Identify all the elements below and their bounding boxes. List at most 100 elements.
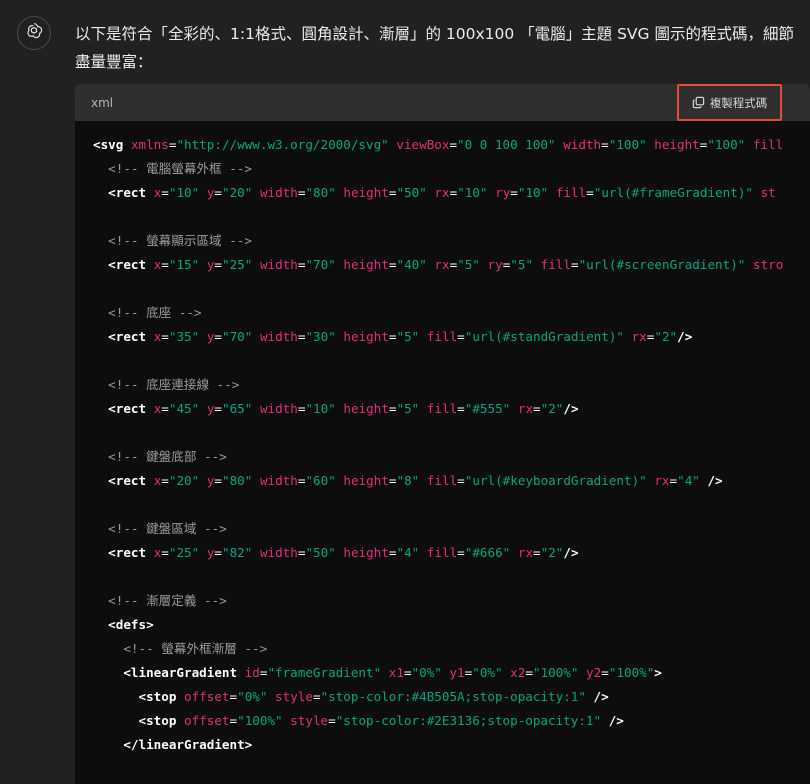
message-text: 以下是符合「全彩的、1:1格式、圓角設計、漸層」的 100x100 「電腦」主題… bbox=[75, 25, 794, 71]
code-token: "0%" bbox=[472, 665, 503, 680]
code-token: "100" bbox=[707, 137, 746, 152]
code-token: "50" bbox=[396, 185, 427, 200]
code-token: = bbox=[214, 473, 222, 488]
code-token: "http://www.w3.org/2000/svg" bbox=[176, 137, 389, 152]
code-token: "10" bbox=[168, 185, 200, 200]
code-token: <defs> bbox=[108, 617, 154, 632]
code-content[interactable]: <svg xmlns="http://www.w3.org/2000/svg" … bbox=[75, 121, 810, 757]
code-token: = bbox=[510, 185, 518, 200]
code-token: width bbox=[259, 545, 298, 560]
code-token: "10" bbox=[517, 185, 549, 200]
code-token: "0 0 100 100" bbox=[457, 137, 556, 152]
code-token: rx bbox=[654, 473, 670, 488]
code-token: = bbox=[403, 665, 412, 680]
code-token: = bbox=[214, 185, 222, 200]
code-block: xml 複製程式碼 <svg xmlns = "http://www.w3.org/… bbox=[75, 84, 810, 784]
code-token: /> bbox=[593, 689, 609, 704]
code-token: y2 bbox=[586, 665, 602, 680]
code-token: <!-- 鍵盤底部 --> bbox=[108, 449, 227, 464]
code-line: <stop offset="100%" style="stop-color:#2… bbox=[93, 709, 810, 733]
code-token: "80" bbox=[222, 473, 253, 488]
code-token: width bbox=[259, 185, 298, 200]
code-token: = bbox=[533, 401, 541, 416]
code-token: ry bbox=[495, 185, 511, 200]
code-token: xmlns bbox=[130, 137, 169, 152]
code-token: "65" bbox=[222, 401, 253, 416]
code-token: "url(#standGradient)" bbox=[464, 329, 624, 344]
code-line: <!-- 漸層定義 --> bbox=[93, 589, 810, 613]
code-token: "url(#screenGradient)" bbox=[578, 257, 746, 272]
code-token: "15" bbox=[168, 257, 200, 272]
code-token: id bbox=[244, 665, 260, 680]
code-token: height bbox=[343, 545, 389, 560]
code-token: = bbox=[457, 473, 465, 488]
code-token: rx bbox=[434, 257, 450, 272]
code-token: = bbox=[601, 137, 609, 152]
code-token: "60" bbox=[305, 473, 336, 488]
code-token: = bbox=[525, 665, 533, 680]
code-token: = bbox=[161, 545, 169, 560]
code-header: xml 複製程式碼 bbox=[75, 84, 810, 121]
code-language-label: xml bbox=[91, 95, 114, 110]
code-line: </linearGradient> bbox=[93, 733, 810, 757]
code-line: <linearGradient id="frameGradient" x1="0… bbox=[93, 661, 810, 685]
code-token: viewBox bbox=[396, 137, 450, 152]
code-token: "5" bbox=[510, 257, 534, 272]
copy-code-button[interactable]: 複製程式碼 bbox=[677, 84, 782, 121]
assistant-message: 以下是符合「全彩的、1:1格式、圓角設計、漸層」的 100x100 「電腦」主題… bbox=[75, 20, 795, 76]
code-token: = bbox=[312, 689, 321, 704]
code-token: = bbox=[449, 137, 458, 152]
code-line: <!-- 底座連接線 --> bbox=[93, 373, 810, 397]
code-line: <rect x="45" y="65" width="10" height="5… bbox=[93, 397, 810, 421]
code-token: "4" bbox=[677, 473, 700, 488]
code-token: <rect bbox=[108, 545, 147, 560]
code-token: "70" bbox=[222, 329, 253, 344]
code-token: "10" bbox=[305, 401, 336, 416]
code-line: <rect x="25" y="82" width="50" height="4… bbox=[93, 541, 810, 565]
code-token: ry bbox=[487, 257, 503, 272]
code-token: /> bbox=[707, 473, 723, 488]
code-line: <!-- 鍵盤區域 --> bbox=[93, 517, 810, 541]
code-token: "url(#frameGradient)" bbox=[593, 185, 753, 200]
copy-icon bbox=[692, 96, 705, 109]
code-token: = bbox=[214, 257, 222, 272]
code-token: "30" bbox=[305, 329, 336, 344]
code-token: = bbox=[161, 473, 169, 488]
code-token: fill bbox=[426, 401, 458, 416]
code-token: <stop bbox=[138, 713, 177, 728]
code-line: <rect x="10" y="20" width="80" height="5… bbox=[93, 181, 810, 205]
code-token: y1 bbox=[449, 665, 465, 680]
